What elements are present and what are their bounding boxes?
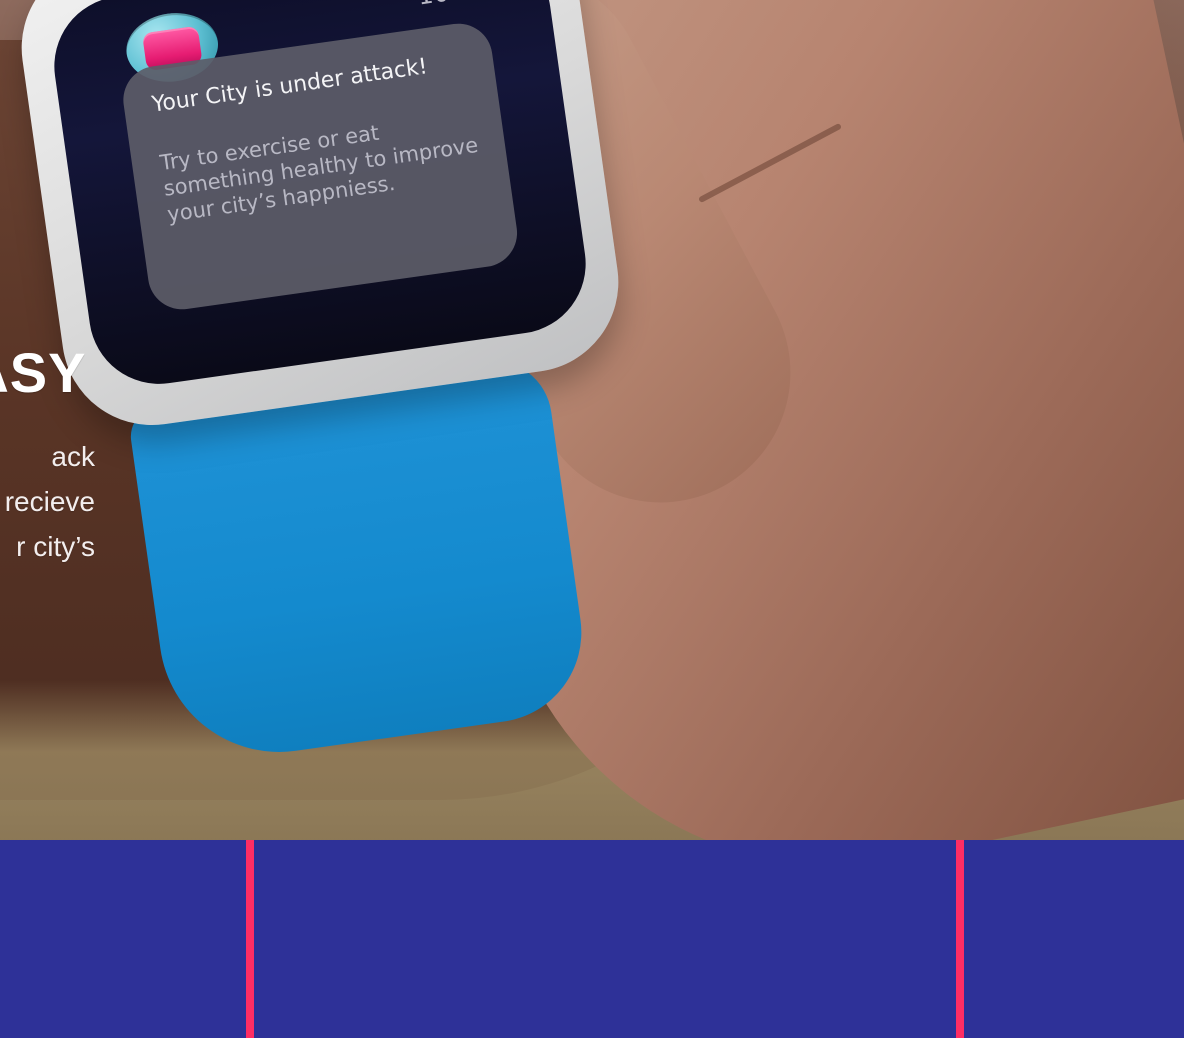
watch-time: 10:09 [416, 0, 491, 11]
bottom-section [0, 840, 1184, 1038]
notification-bubble: Your City is under attack! Try to exerci… [118, 19, 522, 314]
hero-copy-fragment: ack recieve r city’s [0, 434, 95, 569]
hero-section: 10:09 Your City is under attack! Try to … [0, 0, 1184, 840]
notification-body: Try to exercise or eat something healthy… [158, 120, 480, 227]
notification-title: Your City is under attack! [150, 54, 430, 118]
watch-screen: 10:09 Your City is under attack! Try to … [45, 0, 595, 393]
hero-heading-fragment: EASY [0, 341, 87, 404]
divider-right [956, 840, 964, 1038]
divider-left [246, 840, 254, 1038]
hero-copy-line: ack [51, 441, 95, 472]
hero-copy-line: r city’s [16, 531, 95, 562]
hero-copy-line: recieve [4, 486, 95, 517]
